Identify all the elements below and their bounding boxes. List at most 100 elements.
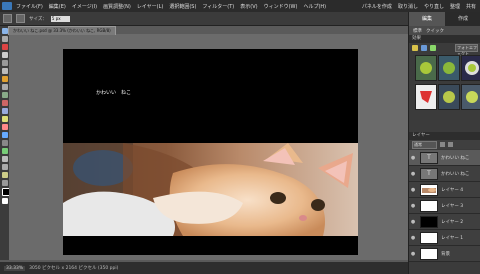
clone-stamp-tool-icon[interactable] (1, 116, 8, 122)
layer-name: かわいい ねこ (441, 155, 470, 161)
mode-full[interactable]: 標準 (413, 28, 422, 34)
menu-help[interactable]: ヘルプ(H) (303, 3, 326, 10)
marquee-tool-icon[interactable] (1, 60, 8, 66)
effect-thumb-1[interactable] (415, 55, 437, 81)
layer-name: レイヤー 2 (441, 219, 464, 225)
healing-brush-tool-icon[interactable] (1, 108, 8, 114)
document-canvas[interactable]: かわいい ねこ (63, 49, 358, 255)
document-tab[interactable]: かわいい ねこ.psd @ 33.3% (かわいい ねこ, RGB/8) (8, 26, 116, 35)
menu-select[interactable]: 選択範囲(S) (169, 3, 196, 10)
text-layer-icon: T (420, 151, 438, 164)
layer-row[interactable]: ● T かわいい ねこ (409, 150, 480, 166)
visibility-eye-icon[interactable]: ● (409, 150, 417, 165)
status-bar: 33.33% 3050 ピクセル x 2164 ピクセル (350 ppi) (0, 262, 408, 274)
effects-toolbar: フォトエフェクト (409, 43, 480, 56)
photo-layer-thumbnail (420, 183, 438, 196)
layer-row[interactable]: ● レイヤー 3 (409, 198, 480, 214)
lasso-tool-icon[interactable] (1, 68, 8, 74)
paint-bucket-tool-icon[interactable] (1, 140, 8, 146)
effect-thumb-4[interactable] (415, 84, 437, 110)
layer-row[interactable]: ● レイヤー 4 (409, 182, 480, 198)
layer-row[interactable]: ● レイヤー 1 (409, 230, 480, 246)
visibility-eye-icon[interactable]: ● (409, 246, 417, 261)
size-field[interactable]: 5 px (50, 15, 70, 22)
visibility-eye-icon[interactable]: ● (409, 198, 417, 213)
edit-mode-bar: 標準 クイック (409, 26, 480, 35)
create-panel-button[interactable]: パネルを作成 (362, 3, 392, 10)
effect-thumb-6[interactable] (461, 84, 480, 110)
background-layer-thumbnail (420, 247, 438, 260)
share-button[interactable]: 共有 (466, 3, 476, 10)
cat-photo-image (63, 143, 358, 236)
visibility-eye-icon[interactable]: ● (409, 166, 417, 181)
new-layer-icon[interactable] (440, 142, 445, 147)
effect-thumb-5[interactable] (438, 84, 460, 110)
effects-thumbnails (409, 52, 480, 112)
background-color-swatch[interactable] (1, 198, 8, 204)
effect-thumb-2[interactable] (438, 55, 460, 81)
menu-bar: ファイル(F) 編集(E) イメージ(I) 画質調整(N) レイヤー(L) 選択… (0, 0, 480, 12)
undo-button[interactable]: 取り消し (398, 3, 418, 10)
tool-options-bar: サイズ： 5 px (0, 12, 408, 26)
layer-row[interactable]: ● T かわいい ねこ (409, 166, 480, 182)
layer-row[interactable]: ● 背景 (409, 246, 480, 262)
layers-toolbar: 通常 (409, 140, 480, 149)
white-layer-thumbnail (420, 199, 438, 212)
zoom-level[interactable]: 33.33% (4, 265, 26, 271)
visibility-eye-icon[interactable]: ● (409, 230, 417, 245)
menu-layer[interactable]: レイヤー(L) (137, 3, 164, 10)
visibility-eye-icon[interactable]: ● (409, 182, 417, 197)
layer-name: レイヤー 4 (441, 187, 464, 193)
layer-name: かわいい ねこ (441, 171, 470, 177)
tab-edit[interactable]: 編集 (409, 12, 445, 26)
right-panel: 編集 作成 標準 クイック 効果 フォトエフェクト レイヤー 通常 ● T かわ… (408, 12, 480, 274)
eraser-tool-icon[interactable] (1, 124, 8, 130)
blend-mode-select[interactable]: 通常 (412, 140, 437, 149)
layers-header: レイヤー (409, 132, 480, 140)
tab-create[interactable]: 作成 (445, 12, 480, 26)
red-eye-tool-icon[interactable] (1, 100, 8, 106)
smudge-tool-icon[interactable] (1, 180, 8, 186)
gradient-tool-icon[interactable] (1, 148, 8, 154)
document-text: かわいい ねこ (96, 90, 132, 96)
organize-button[interactable]: 整理 (450, 3, 460, 10)
size-label: サイズ： (29, 16, 47, 22)
layer-name: 背景 (441, 251, 450, 257)
photo-effects-icon[interactable] (430, 44, 436, 51)
menu-image[interactable]: イメージ(I) (72, 3, 97, 10)
menu-filter[interactable]: フィルター(T) (202, 3, 234, 10)
brush-mode-icon[interactable] (16, 14, 25, 23)
layer-styles-icon[interactable] (421, 44, 427, 51)
layer-row[interactable]: ● レイヤー 2 (409, 214, 480, 230)
move-tool-icon[interactable] (1, 52, 8, 58)
brush-tool-icon[interactable] (1, 132, 8, 138)
cat-photo (63, 143, 358, 236)
text-layer-icon: T (420, 167, 438, 180)
effects-dropdown[interactable]: フォトエフェクト (455, 43, 478, 56)
hand-tool-icon[interactable] (1, 36, 8, 42)
mode-quick[interactable]: クイック (426, 28, 444, 34)
menu-edit[interactable]: 編集(E) (49, 3, 66, 10)
sponge-tool-icon[interactable] (1, 172, 8, 178)
effects-header: 効果 (409, 35, 480, 43)
effect-thumb-3[interactable] (461, 55, 480, 81)
tool-preset-icon[interactable] (3, 14, 12, 23)
visibility-eye-icon[interactable]: ● (409, 214, 417, 229)
menu-file[interactable]: ファイル(F) (16, 3, 43, 10)
layers-list: ● T かわいい ねこ ● T かわいい ねこ ● レイヤー 4 ● レイヤー … (409, 150, 480, 262)
magic-wand-tool-icon[interactable] (1, 76, 8, 82)
filters-icon[interactable] (412, 44, 418, 51)
eyedropper-tool-icon[interactable] (1, 44, 8, 50)
zoom-tool-icon[interactable] (1, 28, 8, 34)
type-tool-icon[interactable] (1, 84, 8, 90)
app-logo (2, 2, 12, 10)
crop-tool-icon[interactable] (1, 92, 8, 98)
menu-enhance[interactable]: 画質調整(N) (103, 3, 131, 10)
delete-layer-icon[interactable] (448, 142, 453, 147)
layer-name: レイヤー 3 (441, 203, 464, 209)
redo-button[interactable]: やり直し (424, 3, 444, 10)
menu-window[interactable]: ウィンドウ(W) (264, 3, 298, 10)
blur-tool-icon[interactable] (1, 164, 8, 170)
menu-view[interactable]: 表示(V) (240, 3, 257, 10)
shape-tool-icon[interactable] (1, 156, 8, 162)
